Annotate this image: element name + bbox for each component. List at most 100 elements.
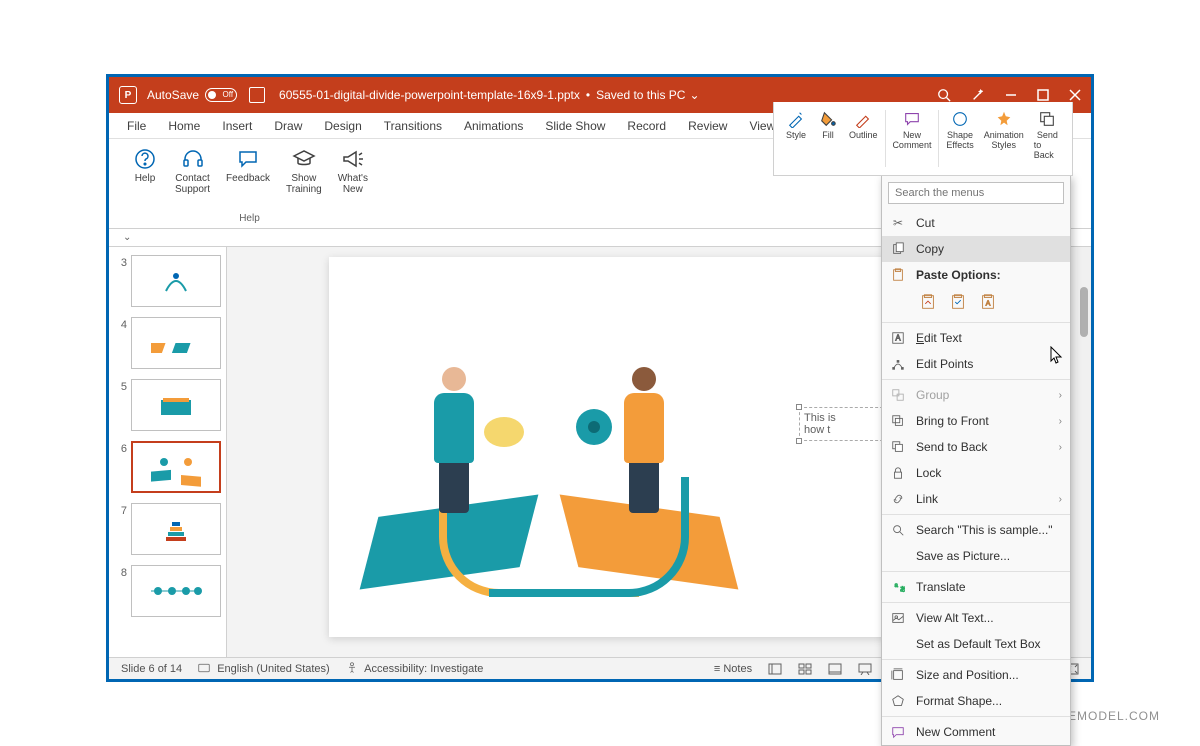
menu-design[interactable]: Design bbox=[324, 119, 361, 133]
link-item[interactable]: Link› bbox=[882, 486, 1070, 512]
menu-review[interactable]: Review bbox=[688, 119, 727, 133]
format-shape-item[interactable]: Format Shape... bbox=[882, 688, 1070, 714]
slide-thumbnail[interactable] bbox=[131, 379, 221, 431]
lock-item[interactable]: Lock bbox=[882, 460, 1070, 486]
notes-button[interactable]: ≡ Notes bbox=[714, 663, 752, 675]
size-position-item[interactable]: Size and Position... bbox=[882, 662, 1070, 688]
thumb-number: 8 bbox=[113, 567, 127, 579]
megaphone-icon bbox=[339, 145, 367, 173]
comment-icon bbox=[890, 724, 906, 740]
reading-view-icon[interactable] bbox=[828, 663, 842, 675]
style-icon bbox=[785, 108, 807, 130]
ribbon-group-help: Help Contact Support Feedback Show Train… bbox=[119, 143, 380, 228]
filename-dropdown[interactable]: ⌄ bbox=[689, 88, 699, 102]
svg-text:a: a bbox=[895, 582, 899, 589]
slide-thumbnail[interactable] bbox=[131, 317, 221, 369]
thumb-number: 7 bbox=[113, 505, 127, 517]
edit-points-item[interactable]: Edit Points bbox=[882, 351, 1070, 377]
scissors-icon: ✂ bbox=[890, 215, 906, 231]
menu-slide-show[interactable]: Slide Show bbox=[545, 119, 605, 133]
outline-button[interactable]: Outline bbox=[844, 106, 883, 171]
bring-to-front-item[interactable]: Bring to Front› bbox=[882, 408, 1070, 434]
send-back-icon bbox=[1036, 108, 1058, 130]
save-icon[interactable] bbox=[249, 87, 265, 103]
powerpoint-icon: P bbox=[119, 86, 137, 104]
search-text-item[interactable]: Search "This is sample..." bbox=[882, 517, 1070, 543]
menu-view[interactable]: View bbox=[749, 119, 775, 133]
paste-picture[interactable]: A bbox=[976, 290, 1000, 314]
cut-item[interactable]: ✂Cut bbox=[882, 210, 1070, 236]
accessibility-indicator[interactable]: Accessibility: Investigate bbox=[346, 662, 484, 675]
send-to-back-item[interactable]: Send to Back› bbox=[882, 434, 1070, 460]
svg-text:あ: あ bbox=[900, 586, 905, 593]
help-button[interactable]: Help bbox=[127, 143, 163, 197]
language-indicator[interactable]: English (United States) bbox=[198, 662, 330, 675]
effects-icon bbox=[949, 108, 971, 130]
thumbnail-panel[interactable]: 3 4 5 6 7 8 bbox=[109, 247, 227, 657]
send-to-back-button[interactable]: Sendto Back bbox=[1029, 106, 1066, 171]
alt-text-item[interactable]: View Alt Text... bbox=[882, 605, 1070, 631]
menu-search[interactable] bbox=[888, 182, 1064, 204]
normal-view-icon[interactable] bbox=[768, 663, 782, 675]
thumb-number: 3 bbox=[113, 257, 127, 269]
collapse-chevron-icon[interactable]: ⌄ bbox=[123, 232, 131, 243]
style-button[interactable]: Style bbox=[780, 106, 812, 171]
paste-keep-source[interactable] bbox=[946, 290, 970, 314]
shape-effects-button[interactable]: ShapeEffects bbox=[941, 106, 978, 171]
slide-thumbnail[interactable] bbox=[131, 255, 221, 307]
toggle-off-icon[interactable] bbox=[205, 88, 237, 102]
outline-icon bbox=[852, 108, 874, 130]
magic-icon[interactable] bbox=[971, 88, 985, 102]
contact-support-button[interactable]: Contact Support bbox=[171, 143, 214, 197]
save-as-picture-item[interactable]: Save as Picture... bbox=[882, 543, 1070, 569]
save-status: Saved to this PC bbox=[596, 88, 685, 102]
copy-item[interactable]: Copy bbox=[882, 236, 1070, 262]
new-comment-item[interactable]: New Comment bbox=[882, 719, 1070, 745]
graduation-cap-icon bbox=[290, 145, 318, 173]
menu-transitions[interactable]: Transitions bbox=[384, 119, 442, 133]
lock-icon bbox=[890, 465, 906, 481]
sorter-view-icon[interactable] bbox=[798, 663, 812, 675]
alt-text-icon bbox=[890, 610, 906, 626]
mouse-cursor-icon bbox=[1050, 346, 1064, 364]
svg-text:A: A bbox=[895, 334, 901, 343]
group-icon bbox=[890, 387, 906, 403]
show-training-button[interactable]: Show Training bbox=[282, 143, 326, 197]
default-textbox-item[interactable]: Set as Default Text Box bbox=[882, 631, 1070, 657]
group-item: Group› bbox=[882, 382, 1070, 408]
paste-options-row: A bbox=[882, 288, 1070, 320]
minimize-icon[interactable] bbox=[1005, 89, 1017, 101]
edit-text-icon: A bbox=[890, 330, 906, 346]
app-window: P AutoSave 60555-01-digital-divide-power… bbox=[106, 74, 1094, 682]
slide-counter[interactable]: Slide 6 of 14 bbox=[121, 663, 182, 675]
maximize-icon[interactable] bbox=[1037, 89, 1049, 101]
translate-item[interactable]: aあTranslate bbox=[882, 574, 1070, 600]
paste-dest-theme[interactable] bbox=[916, 290, 940, 314]
new-comment-button[interactable]: NewComment bbox=[887, 106, 936, 171]
edit-text-item[interactable]: AEdit Text bbox=[882, 325, 1070, 351]
slideshow-view-icon[interactable] bbox=[858, 663, 872, 675]
slide-thumbnail-selected[interactable] bbox=[131, 441, 221, 493]
feedback-button[interactable]: Feedback bbox=[222, 143, 274, 197]
slide-thumbnail[interactable] bbox=[131, 503, 221, 555]
animation-styles-button[interactable]: AnimationStyles bbox=[979, 106, 1029, 171]
menu-draw[interactable]: Draw bbox=[274, 119, 302, 133]
whats-new-button[interactable]: What's New bbox=[334, 143, 372, 197]
vertical-scrollbar[interactable] bbox=[1077, 247, 1091, 657]
menu-search-input[interactable] bbox=[888, 182, 1064, 204]
chevron-right-icon: › bbox=[1059, 390, 1062, 401]
menu-insert[interactable]: Insert bbox=[222, 119, 252, 133]
menu-animations[interactable]: Animations bbox=[464, 119, 523, 133]
context-menu: Style Fill Outline NewComment ShapeEffec… bbox=[881, 175, 1071, 746]
search-icon[interactable] bbox=[937, 88, 951, 102]
close-icon[interactable] bbox=[1069, 89, 1081, 101]
menu-home[interactable]: Home bbox=[168, 119, 200, 133]
slide-thumbnail[interactable] bbox=[131, 565, 221, 617]
paste-options-header: Paste Options: bbox=[882, 262, 1070, 288]
thumb-number: 5 bbox=[113, 381, 127, 393]
menu-file[interactable]: File bbox=[127, 119, 146, 133]
fill-button[interactable]: Fill bbox=[812, 106, 844, 171]
menu-record[interactable]: Record bbox=[627, 119, 666, 133]
autosave-toggle[interactable]: AutoSave bbox=[147, 88, 237, 102]
document-filename: 60555-01-digital-divide-powerpoint-templ… bbox=[279, 88, 580, 102]
